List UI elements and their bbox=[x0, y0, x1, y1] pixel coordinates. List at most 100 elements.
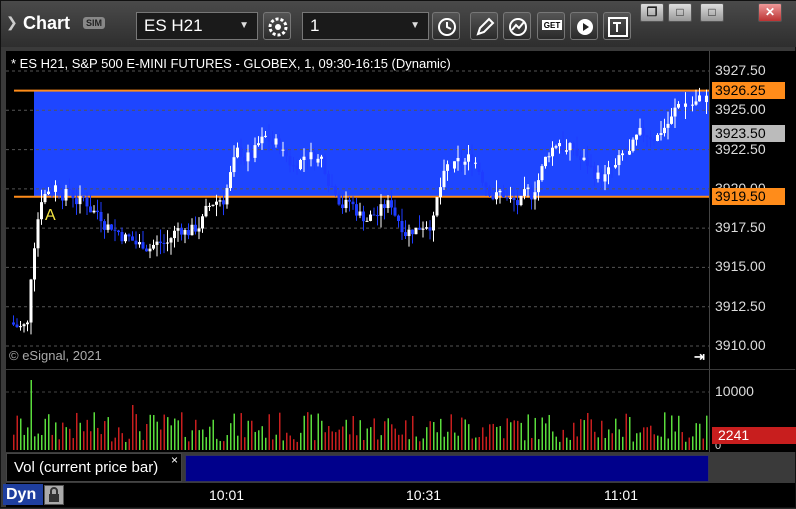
volume-bar bbox=[496, 426, 498, 450]
candle-body bbox=[327, 173, 330, 186]
candle-body bbox=[701, 95, 705, 103]
volume-bar bbox=[576, 436, 578, 450]
close-study-icon[interactable]: × bbox=[171, 453, 178, 467]
volume-bar bbox=[552, 431, 554, 450]
volume-bar bbox=[216, 438, 218, 450]
candle-body bbox=[677, 103, 680, 108]
price-tick-label: 3917.50 bbox=[715, 219, 766, 236]
study-label[interactable]: Vol (current price bar) bbox=[6, 453, 182, 482]
volume-bar bbox=[492, 423, 494, 450]
candle-body bbox=[201, 216, 204, 229]
studies-button[interactable] bbox=[503, 12, 531, 40]
candle-body bbox=[680, 103, 684, 107]
volume-bar bbox=[244, 437, 246, 450]
volume-bar bbox=[163, 414, 165, 450]
candle-body bbox=[358, 211, 362, 216]
volume-bar bbox=[664, 412, 666, 450]
volume-bar bbox=[177, 420, 179, 450]
volume-bar bbox=[629, 417, 631, 450]
lock-button[interactable] bbox=[44, 485, 64, 505]
volume-bar bbox=[513, 420, 515, 450]
candle-body bbox=[467, 154, 470, 162]
candle-body bbox=[470, 154, 474, 164]
candle-body bbox=[614, 165, 617, 168]
volume-bar bbox=[62, 422, 64, 450]
volume-bar bbox=[86, 419, 88, 450]
close-button[interactable]: ✕ bbox=[758, 3, 782, 22]
candle-body bbox=[596, 172, 600, 179]
text-button[interactable] bbox=[603, 12, 631, 40]
candle-body bbox=[40, 202, 43, 220]
candle-body bbox=[607, 167, 610, 175]
candle-body bbox=[71, 190, 75, 199]
interval-value: 1 bbox=[310, 16, 320, 35]
candle-body bbox=[477, 162, 481, 172]
window-menu-icon[interactable]: ❯ bbox=[6, 14, 18, 30]
volume-bar bbox=[83, 431, 85, 450]
volume-bar bbox=[450, 414, 452, 450]
candle-body bbox=[593, 166, 596, 179]
volume-bar bbox=[674, 431, 676, 450]
volume-bar bbox=[454, 432, 456, 450]
volume-bar bbox=[478, 437, 480, 450]
play-button[interactable] bbox=[570, 12, 598, 40]
volume-bar bbox=[590, 419, 592, 450]
candle-body bbox=[565, 150, 568, 152]
study-title-bar[interactable] bbox=[185, 455, 709, 482]
candle-body bbox=[131, 236, 134, 241]
scroll-to-end-icon[interactable]: ⇥ bbox=[694, 349, 705, 365]
volume-bar bbox=[660, 436, 662, 450]
candle-body bbox=[694, 101, 698, 105]
candle-body bbox=[509, 197, 512, 199]
volume-bar bbox=[653, 434, 655, 450]
annotation-marker[interactable]: A bbox=[45, 207, 56, 225]
clock-button[interactable] bbox=[432, 12, 460, 40]
highlight-band bbox=[34, 90, 709, 197]
volume-bar bbox=[559, 441, 561, 450]
candle-body bbox=[400, 221, 404, 233]
get-button[interactable]: GET bbox=[537, 12, 565, 40]
volume-bar bbox=[202, 429, 204, 450]
candle-body bbox=[229, 172, 232, 189]
price-chart-pane[interactable]: * ES H21, S&P 500 E-MINI FUTURES - GLOBE… bbox=[6, 51, 709, 369]
volume-bar bbox=[170, 425, 172, 450]
volume-bar bbox=[517, 420, 519, 450]
volume-bar bbox=[205, 437, 207, 450]
time-scale[interactable]: 10:01 10:31 11:01 bbox=[6, 483, 795, 507]
restore-window-button[interactable]: ❐ bbox=[640, 3, 664, 22]
candle-body bbox=[673, 107, 677, 117]
gear-icon bbox=[268, 17, 288, 37]
candle-body bbox=[498, 190, 502, 193]
price-tick-label: 3925.00 bbox=[715, 101, 766, 118]
candle-body bbox=[414, 227, 418, 235]
svg-text:GET: GET bbox=[544, 21, 561, 30]
draw-button[interactable] bbox=[470, 12, 498, 40]
candle-body bbox=[208, 205, 211, 207]
volume-bar bbox=[233, 413, 235, 450]
price-tick-label: 3922.50 bbox=[715, 140, 766, 157]
maximize-button[interactable]: □ bbox=[700, 3, 724, 22]
candle-body bbox=[295, 165, 299, 170]
volume-bar bbox=[111, 441, 113, 450]
volume-bar bbox=[275, 434, 277, 450]
symbol-combo[interactable]: ES H21 ▼ bbox=[136, 12, 258, 40]
interval-combo[interactable]: 1 ▼ bbox=[302, 12, 429, 40]
candle-body bbox=[194, 224, 197, 232]
candle-body bbox=[439, 187, 442, 198]
volume-bar bbox=[380, 435, 382, 450]
gear-button[interactable] bbox=[263, 12, 291, 40]
price-tick-label: 3927.50 bbox=[715, 62, 766, 78]
volume-bar bbox=[146, 423, 148, 450]
minimize-button[interactable]: □ bbox=[668, 3, 692, 22]
dynamic-mode-label[interactable]: Dyn bbox=[3, 484, 43, 505]
price-chart-canvas[interactable] bbox=[6, 51, 709, 369]
get-icon: GET bbox=[542, 20, 562, 30]
price-scale[interactable]: 3927.503925.003922.503920.003917.503915.… bbox=[709, 51, 796, 369]
volume-bar bbox=[433, 422, 435, 450]
volume-bar bbox=[307, 412, 309, 450]
candle-body bbox=[243, 156, 246, 162]
candle-body bbox=[306, 156, 309, 160]
volume-pane[interactable] bbox=[6, 370, 709, 452]
candle-body bbox=[92, 210, 96, 213]
volume-bar bbox=[58, 439, 60, 450]
